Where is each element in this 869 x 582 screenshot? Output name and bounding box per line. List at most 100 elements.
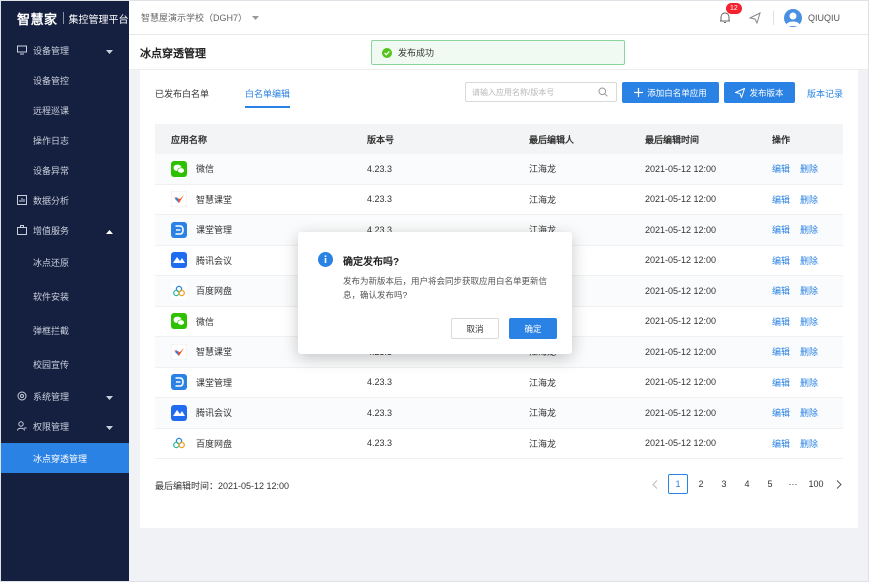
column-header: 版本号 <box>367 134 395 145</box>
sidebar-item[interactable]: 设备异常 <box>1 155 129 185</box>
cell-actions: 编辑 删除 <box>756 254 843 267</box>
edit-link[interactable]: 编辑 <box>772 254 790 267</box>
sidebar-item[interactable]: 设备管控 <box>1 65 129 95</box>
sidebar: 智慧家 集控管理平台 设备管理 设备管控 远程巡课 操作日志 设备异常 数据分析… <box>1 1 129 581</box>
school-selector[interactable]: 智慧屋演示学校（DGH7） <box>141 11 260 24</box>
publish-button-label: 发布版本 <box>749 87 784 98</box>
edit-link[interactable]: 编辑 <box>772 345 790 358</box>
cell-version: 4.23.3 <box>367 194 393 205</box>
edit-link[interactable]: 编辑 <box>772 193 790 206</box>
header-divider <box>772 11 774 25</box>
cell-version: 4.23.3 <box>367 377 393 388</box>
edit-link[interactable]: 编辑 <box>772 406 790 419</box>
delete-link[interactable]: 删除 <box>800 193 818 206</box>
app-name: 微信 <box>196 316 215 327</box>
delete-link[interactable]: 删除 <box>800 315 818 328</box>
cell-version: 4.23.3 <box>367 438 393 449</box>
chevron-left-icon[interactable] <box>645 474 665 494</box>
cell-time: 2021-05-12 12:00 <box>645 224 717 235</box>
edit-link[interactable]: 编辑 <box>772 376 790 389</box>
delete-link[interactable]: 删除 <box>800 223 818 236</box>
tab-whitelist-edit[interactable]: 白名单编辑 <box>245 87 291 108</box>
search-input[interactable] <box>472 87 598 97</box>
sidebar-item[interactable]: 远程巡课 <box>1 95 129 125</box>
cell-editor: 江海龙 <box>529 194 557 205</box>
delete-link[interactable]: 删除 <box>800 284 818 297</box>
sidebar-group-permission[interactable]: 权限管理 <box>1 411 129 441</box>
page-number[interactable]: 100 <box>806 474 826 494</box>
sidebar-group-analytics[interactable]: 数据分析 <box>1 185 129 215</box>
page-number[interactable]: 5 <box>760 474 780 494</box>
page-number[interactable]: 3 <box>714 474 734 494</box>
app-name: 课堂管理 <box>196 225 233 236</box>
page-number[interactable]: 2 <box>691 474 711 494</box>
edit-link[interactable]: 编辑 <box>772 284 790 297</box>
delete-link[interactable]: 删除 <box>800 345 818 358</box>
delete-link[interactable]: 删除 <box>800 376 818 389</box>
sidebar-item[interactable]: 冰点还原 <box>1 245 129 279</box>
version-history-link[interactable]: 版本记录 <box>807 87 843 100</box>
notification-badge: 12 <box>725 3 742 14</box>
zhihui-app-icon <box>171 191 187 208</box>
sidebar-group-services[interactable]: 增值服务 <box>1 215 129 245</box>
sidebar-item[interactable]: 校园宣传 <box>1 347 129 381</box>
user-key-icon <box>17 421 27 431</box>
send-icon[interactable] <box>748 12 761 25</box>
wechat-app-icon <box>171 160 187 177</box>
edit-link[interactable]: 编辑 <box>772 315 790 328</box>
sidebar-item[interactable]: 弹框拦截 <box>1 313 129 347</box>
sidebar-item[interactable]: 软件安装 <box>1 279 129 313</box>
toast-message: 发布成功 <box>398 48 435 58</box>
cell-time: 2021-05-12 12:00 <box>645 163 717 174</box>
app-name: 智慧课堂 <box>196 347 233 358</box>
briefcase-icon <box>17 225 27 235</box>
sidebar-item[interactable]: 操作日志 <box>1 125 129 155</box>
edit-link[interactable]: 编辑 <box>772 223 790 236</box>
column-header: 最后编辑人 <box>529 134 575 145</box>
page-number[interactable]: 1 <box>668 474 688 494</box>
baidu-app-icon <box>171 282 187 299</box>
chevron-right-icon[interactable] <box>829 474 849 494</box>
username[interactable]: QIUQIU <box>808 13 840 23</box>
delete-link[interactable]: 删除 <box>800 406 818 419</box>
brand: 智慧家 集控管理平台 <box>1 1 129 35</box>
add-whitelist-app-button[interactable]: 添加白名单应用 <box>622 82 719 103</box>
delete-link[interactable]: 删除 <box>800 437 818 450</box>
edit-link[interactable]: 编辑 <box>772 437 790 450</box>
cell-time: 2021-05-12 12:00 <box>645 377 717 388</box>
app-name: 百度网盘 <box>196 438 233 449</box>
sidebar-group-system[interactable]: 系统管理 <box>1 381 129 411</box>
search-icon[interactable] <box>598 87 608 97</box>
cancel-button[interactable]: 取消 <box>451 318 499 339</box>
cell-time: 2021-05-12 12:00 <box>645 346 717 357</box>
bell-icon[interactable]: 12 <box>719 3 742 24</box>
tab-published[interactable]: 已发布白名单 <box>155 87 209 108</box>
page-number[interactable]: 4 <box>737 474 757 494</box>
table-row: 微信 4.23.3 江海龙 2021-05-12 12:00 编辑删除 <box>155 154 843 185</box>
brand-divider <box>62 12 64 24</box>
cell-actions: 编辑 删除 <box>756 315 843 328</box>
check-circle-icon <box>382 47 392 58</box>
table-row: 腾讯会议 4.23.3 江海龙 2021-05-12 12:00 编辑删除 <box>155 398 843 429</box>
wechat-app-icon <box>171 313 187 330</box>
zhihui-app-icon <box>171 343 187 360</box>
publish-version-button[interactable]: 发布版本 <box>724 82 795 103</box>
delete-link[interactable]: 删除 <box>800 254 818 267</box>
sidebar-item-active[interactable]: 冰点穿透管理 <box>1 443 129 473</box>
plus-icon <box>634 88 644 97</box>
column-header: 操作 <box>772 134 791 145</box>
header-actions: 12 QIUQIU <box>719 1 868 35</box>
cell-app-name: 百度网盘 <box>155 435 351 452</box>
page-ellipsis[interactable]: ··· <box>783 474 803 494</box>
avatar[interactable] <box>783 9 802 27</box>
dialog-title: 确定发布吗? <box>343 257 400 268</box>
delete-link[interactable]: 删除 <box>800 162 818 175</box>
confirm-button[interactable]: 确定 <box>509 318 557 339</box>
cell-actions: 编辑 删除 <box>756 406 843 419</box>
gear-icon <box>17 391 27 401</box>
cell-editor: 江海龙 <box>529 164 557 175</box>
success-toast: 发布成功 <box>371 40 625 65</box>
edit-link[interactable]: 编辑 <box>772 162 790 175</box>
app-name: 腾讯会议 <box>196 408 233 419</box>
sidebar-group-device[interactable]: 设备管理 <box>1 35 129 65</box>
